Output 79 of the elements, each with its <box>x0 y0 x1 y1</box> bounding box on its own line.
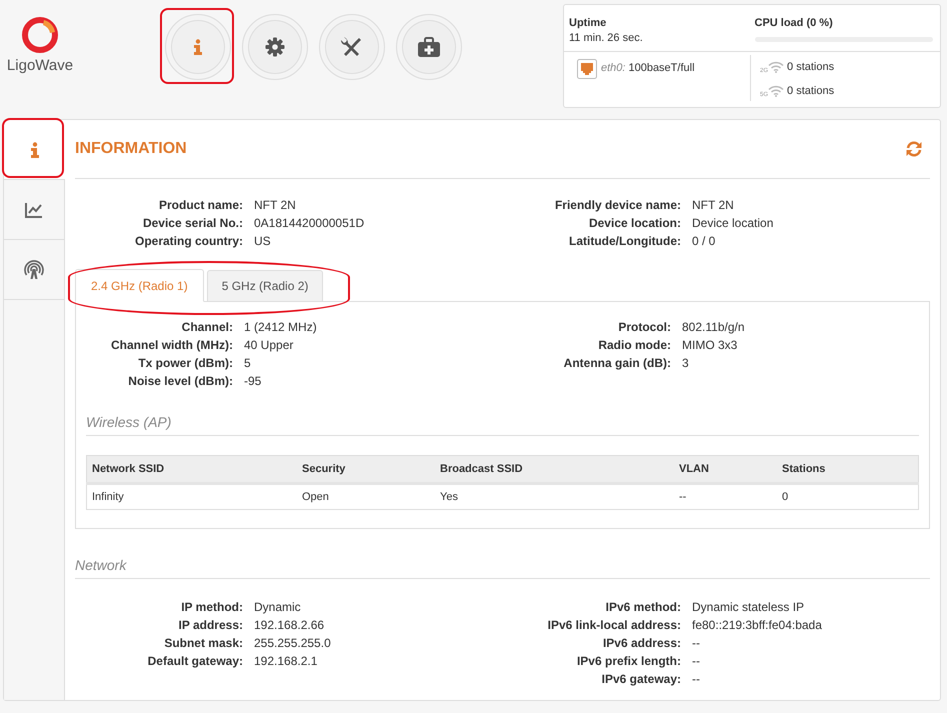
field-value: Dynamic <box>254 599 302 616</box>
tools-icon <box>341 36 363 58</box>
field-value: fe80::219:3bff:fe04:bada <box>692 617 823 634</box>
field-value: 5 <box>244 355 252 372</box>
field-value: -- <box>692 653 701 670</box>
ethernet-port-icon <box>577 59 597 79</box>
column-header: Network SSID <box>86 456 297 484</box>
port-name: eth0: <box>601 62 626 74</box>
field-label: Operating country: <box>134 233 243 250</box>
chart-icon <box>25 202 43 218</box>
table-cell: 0 <box>777 484 918 510</box>
field-value: 192.168.2.1 <box>254 653 318 670</box>
info-icon <box>30 142 40 158</box>
field-label: Default gateway: <box>146 653 243 670</box>
field-value: 0A1814420000051D <box>254 215 366 232</box>
field-value: NFT 2N <box>254 197 297 214</box>
field-value: -- <box>692 635 701 652</box>
port-speed: 100baseT/full <box>628 62 695 74</box>
field-label: Channel: <box>180 319 233 336</box>
field-value: MIMO 3x3 <box>682 337 738 354</box>
field-label: IPv6 link-local address: <box>546 617 681 634</box>
brand-name: LigoWave <box>6 57 74 74</box>
refresh-icon <box>905 140 923 158</box>
field-value: -- <box>692 671 701 688</box>
field-value: Dynamic stateless IP <box>692 599 806 616</box>
table-cell: Open <box>297 484 435 510</box>
table-cell: -- <box>674 484 777 510</box>
field-label: Channel width (MHz): <box>110 337 233 354</box>
field-value: 40 Upper <box>244 337 294 354</box>
field-label: Antenna gain (dB): <box>562 355 671 372</box>
field-label: IPv6 gateway: <box>600 671 681 688</box>
field-value: US <box>254 233 272 250</box>
radio-tab[interactable]: 5 GHz (Radio 2) <box>206 270 324 302</box>
field-label: Subnet mask: <box>163 635 243 652</box>
field-value: 255.255.255.0 <box>254 635 332 652</box>
column-header: Stations <box>777 456 918 484</box>
field-label: IPv6 prefix length: <box>576 653 681 670</box>
field-label: IPv6 address: <box>602 635 681 652</box>
section-heading: Network <box>75 557 930 579</box>
logo-icon <box>20 15 60 55</box>
section-heading: Wireless (AP) <box>86 414 919 436</box>
field-label: Device serial No.: <box>142 215 243 232</box>
table-cell: Yes <box>435 484 674 510</box>
field-value: 192.168.2.66 <box>254 617 326 634</box>
field-label: Device location: <box>588 215 681 232</box>
cpu-load-label: CPU load (0 %) <box>754 17 834 29</box>
table-cell: Infinity <box>86 484 297 510</box>
uptime-value: 11 min. 26 sec. <box>569 32 644 44</box>
field-label: IP method: <box>180 599 243 616</box>
field-label: Protocol: <box>617 319 671 336</box>
field-label: IP address: <box>178 617 243 634</box>
column-header: Security <box>297 456 435 484</box>
field-value: 802.11b/g/n <box>682 319 746 336</box>
column-header: VLAN <box>674 456 777 484</box>
field-label: Friendly device name: <box>554 197 681 214</box>
field-value: 3 <box>682 355 690 372</box>
info-icon <box>193 39 203 55</box>
station-count: 0 stations <box>787 85 834 97</box>
wifi-icon <box>768 85 784 97</box>
station-count: 0 stations <box>787 61 834 73</box>
field-value: Device location <box>692 215 774 232</box>
field-value: 1 (2412 MHz) <box>244 319 318 336</box>
refresh-button[interactable] <box>905 140 923 158</box>
field-value: -95 <box>244 373 262 390</box>
field-label: Tx power (dBm): <box>137 355 233 372</box>
wifi-icon <box>768 61 784 73</box>
column-header: Broadcast SSID <box>435 456 674 484</box>
gear-icon <box>265 37 285 57</box>
uptime-label: Uptime <box>569 17 608 29</box>
field-value: NFT 2N <box>692 197 735 214</box>
panel-title: INFORMATION <box>75 140 187 158</box>
field-value: 0 / 0 <box>692 233 716 250</box>
medical-kit-icon <box>418 37 440 57</box>
field-label: IPv6 method: <box>604 599 681 616</box>
field-label: Radio mode: <box>597 337 671 354</box>
field-label: Product name: <box>158 197 243 214</box>
field-label: Noise level (dBm): <box>127 373 233 390</box>
antenna-icon <box>24 260 44 280</box>
field-label: Latitude/Longitude: <box>568 233 681 250</box>
